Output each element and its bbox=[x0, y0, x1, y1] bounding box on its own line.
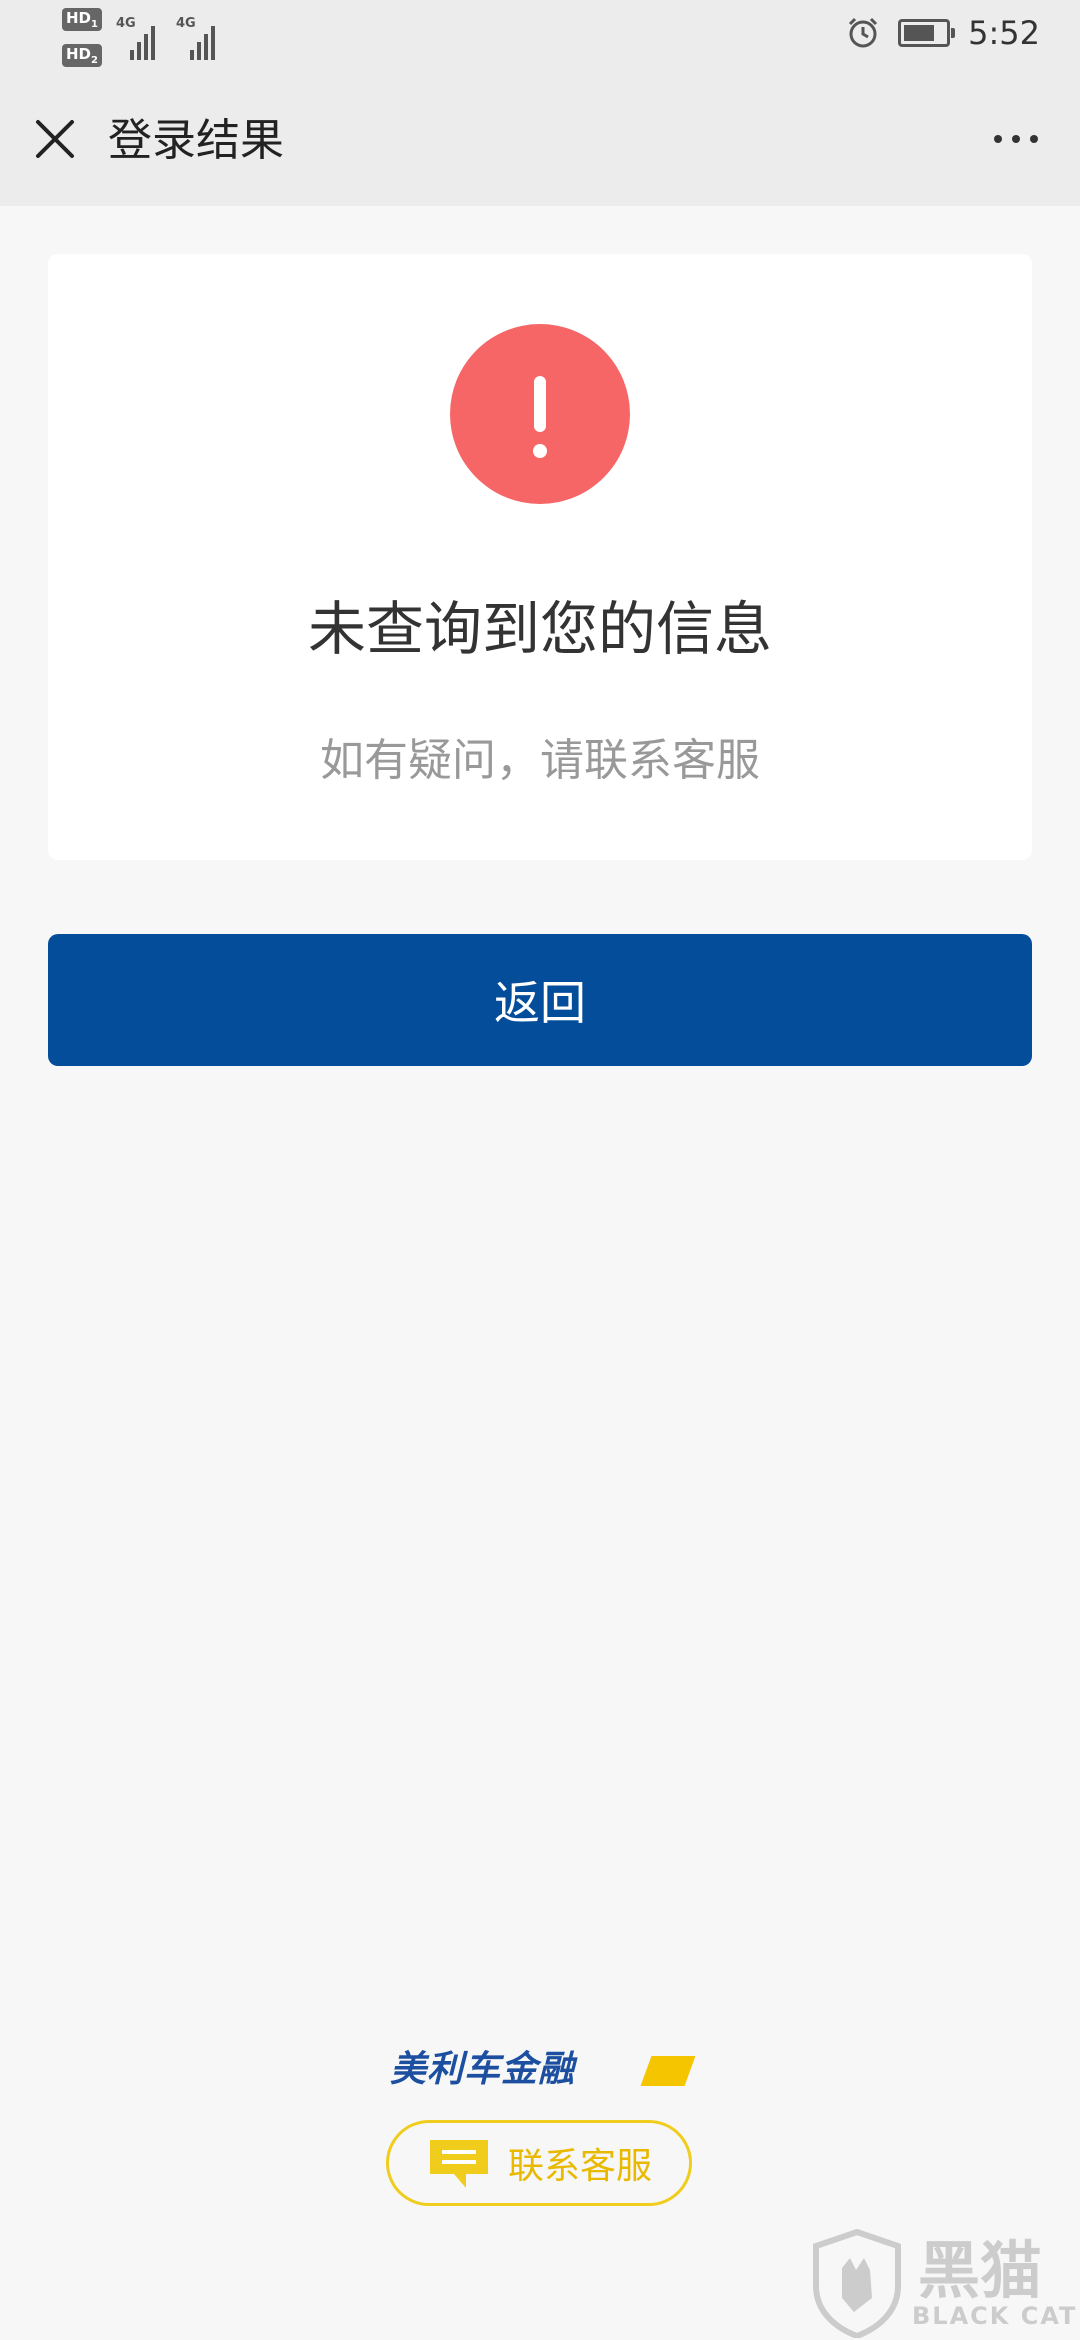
cat-shield-icon bbox=[813, 2228, 901, 2338]
close-button[interactable] bbox=[24, 108, 86, 170]
title-bar: 登录结果 bbox=[0, 72, 1080, 206]
back-button[interactable]: 返回 bbox=[48, 934, 1032, 1066]
result-card: 未查询到您的信息 如有疑问，请联系客服 bbox=[48, 254, 1032, 860]
hd1-label: HD bbox=[66, 9, 92, 27]
signal-icon-2: 4G bbox=[176, 16, 215, 60]
alarm-icon bbox=[849, 17, 878, 48]
watermark: 黑猫 BLACK CAT bbox=[800, 2220, 1080, 2340]
more-icon-dot bbox=[1012, 135, 1020, 143]
more-button[interactable] bbox=[976, 108, 1056, 170]
watermark-cn: 黑猫 bbox=[918, 2234, 1043, 2307]
status-time: 5:52 bbox=[968, 14, 1040, 52]
hd2-label: HD bbox=[66, 45, 92, 63]
close-icon bbox=[36, 120, 74, 158]
hd1-badge: HD1 bbox=[62, 8, 102, 31]
chat-bubble-icon bbox=[429, 2140, 488, 2188]
status-bar: HD1 HD2 4G 4G 5:52 bbox=[0, 0, 1080, 72]
signal-icon: 4G bbox=[116, 16, 155, 60]
page-title: 登录结果 bbox=[108, 115, 284, 166]
more-icon-dot bbox=[1030, 135, 1038, 143]
brand-logo: 美利车金融 bbox=[390, 2049, 696, 2090]
battery-icon bbox=[898, 19, 956, 47]
watermark-en: BLACK CAT bbox=[912, 2302, 1078, 2330]
hd2-badge: HD2 bbox=[62, 44, 102, 67]
brand-name: 美利车金融 bbox=[390, 2049, 576, 2090]
contact-support-button[interactable]: 联系客服 bbox=[386, 2120, 692, 2206]
more-icon bbox=[994, 135, 1002, 143]
net2-label: 4G bbox=[176, 16, 196, 31]
contact-label: 联系客服 bbox=[507, 2146, 652, 2187]
result-title: 未查询到您的信息 bbox=[307, 595, 772, 663]
result-subtitle: 如有疑问，请联系客服 bbox=[320, 735, 760, 786]
net1-label: 4G bbox=[116, 16, 136, 31]
status-bar-right: 5:52 bbox=[846, 14, 1040, 52]
brand-stripe bbox=[640, 2056, 696, 2086]
error-exclamation-icon bbox=[450, 324, 630, 504]
